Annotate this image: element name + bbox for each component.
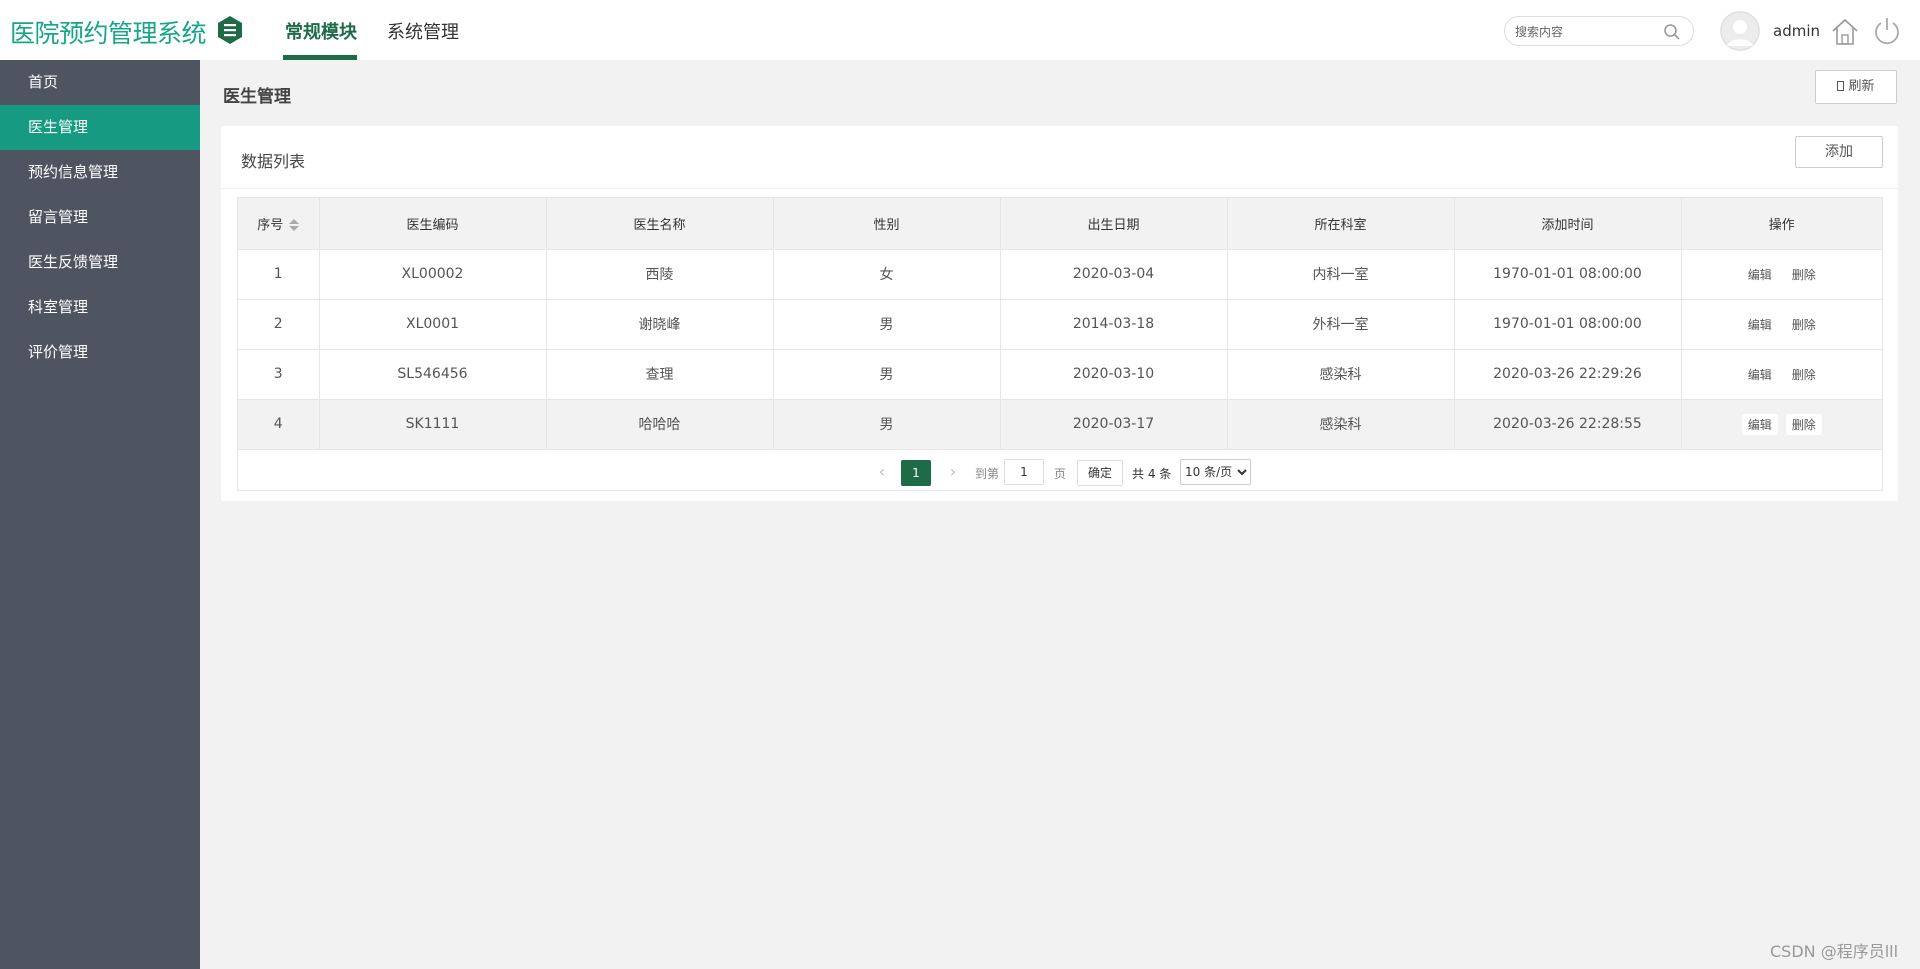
cell-code: SK1111: [319, 399, 547, 450]
watermark: CSDN @程序员lll: [1770, 942, 1899, 961]
home-icon[interactable]: [1830, 17, 1860, 47]
panel-title: 数据列表: [241, 152, 306, 171]
user-avatar-icon: [1720, 11, 1760, 51]
cell-actions: 编辑 删除: [1681, 399, 1882, 450]
column-header-code: 医生编码: [319, 198, 547, 250]
sidebar: 首页 医生管理 预约信息管理 留言管理 医生反馈管理 科室管理 评价管理: [0, 60, 200, 969]
cell-dept: 外科一室: [1227, 299, 1455, 350]
table-row: 1 XL00002 西陵 女 2020-03-04 内科一室 1970-01-0…: [238, 249, 1882, 300]
delete-button[interactable]: 删除: [1786, 364, 1822, 385]
column-header-name: 医生名称: [546, 198, 774, 250]
sidebar-item-doctor-management[interactable]: 医生管理: [0, 105, 200, 150]
edit-button[interactable]: 编辑: [1742, 364, 1778, 385]
cell-gender: 男: [773, 399, 1001, 450]
refresh-icon: [1837, 81, 1845, 91]
pagination: ‹ 1 › 到第 页 确定 共 4 条 10 条/页: [238, 452, 1882, 492]
panel-divider: [221, 188, 1898, 189]
cell-name: 西陵: [546, 249, 774, 300]
column-label: 序号: [257, 217, 284, 233]
table-header-row: 序号 医生编码 医生名称 性别 出生日期 所在科室 添加时间 操作: [238, 198, 1882, 250]
current-page-button[interactable]: 1: [901, 460, 931, 486]
table-row: 2 XL0001 谢晓峰 男 2014-03-18 外科一室 1970-01-0…: [238, 299, 1882, 350]
table-row-hovered: 4 SK1111 哈哈哈 男 2020-03-17 感染科 2020-03-26…: [238, 399, 1882, 450]
sidebar-item-feedback-management[interactable]: 医生反馈管理: [0, 240, 200, 285]
cell-no: 4: [238, 399, 320, 450]
sidebar-item-department-management[interactable]: 科室管理: [0, 285, 200, 330]
sidebar-item-review-management[interactable]: 评价管理: [0, 330, 200, 375]
cell-birth: 2014-03-18: [1000, 299, 1228, 350]
goto-confirm-button[interactable]: 确定: [1077, 460, 1123, 486]
column-header-birth: 出生日期: [1000, 198, 1228, 250]
column-header-gender: 性别: [773, 198, 1001, 250]
table-row: 3 SL546456 查理 男 2020-03-10 感染科 2020-03-2…: [238, 349, 1882, 400]
cell-actions: 编辑 删除: [1681, 299, 1882, 350]
search-box: [1504, 16, 1694, 46]
column-header-added: 添加时间: [1454, 198, 1682, 250]
cell-name: 谢晓峰: [546, 299, 774, 350]
add-button[interactable]: 添加: [1795, 136, 1883, 168]
sort-icon[interactable]: [289, 218, 300, 232]
cell-added: 2020-03-26 22:28:55: [1454, 399, 1682, 450]
goto-page-input[interactable]: [1004, 459, 1044, 485]
edit-button[interactable]: 编辑: [1741, 413, 1778, 435]
prev-page-icon[interactable]: ‹: [875, 463, 889, 481]
cell-dept: 感染科: [1227, 349, 1455, 400]
app-title: 医院预约管理系统: [10, 19, 207, 48]
search-input[interactable]: [1515, 23, 1655, 41]
delete-button[interactable]: 删除: [1786, 314, 1822, 335]
cell-added: 1970-01-01 08:00:00: [1454, 299, 1682, 350]
next-page-icon[interactable]: ›: [946, 463, 960, 481]
cell-name: 哈哈哈: [546, 399, 774, 450]
page-size-select[interactable]: 10 条/页: [1180, 459, 1251, 485]
refresh-button[interactable]: 刷新: [1815, 70, 1897, 104]
cell-added: 2020-03-26 22:29:26: [1454, 349, 1682, 400]
cell-no: 1: [238, 249, 320, 300]
cell-gender: 男: [773, 349, 1001, 400]
column-header-no[interactable]: 序号: [238, 198, 320, 250]
sidebar-item-appointment-management[interactable]: 预约信息管理: [0, 150, 200, 195]
tab-system-management[interactable]: 系统管理: [387, 18, 459, 44]
column-header-actions: 操作: [1681, 198, 1882, 250]
sidebar-item-message-management[interactable]: 留言管理: [0, 195, 200, 240]
doctor-table: 序号 医生编码 医生名称 性别 出生日期 所在科室 添加时间 操作 1 XL00…: [237, 197, 1883, 491]
delete-button[interactable]: 删除: [1786, 264, 1822, 285]
data-panel: 数据列表 添加 序号 医生编码 医生名称 性别 出生日期 所在科室 添加时间 操…: [221, 126, 1898, 501]
active-tab-indicator: [283, 55, 357, 60]
search-icon[interactable]: [1663, 23, 1681, 41]
power-icon[interactable]: [1871, 15, 1903, 47]
page-title: 医生管理: [223, 87, 291, 107]
delete-button[interactable]: 删除: [1785, 413, 1822, 435]
avatar[interactable]: [1720, 11, 1760, 51]
cell-code: XL0001: [319, 299, 547, 350]
cell-added: 1970-01-01 08:00:00: [1454, 249, 1682, 300]
cell-gender: 男: [773, 299, 1001, 350]
top-header: 医院预约管理系统 常规模块 系统管理 admin: [0, 0, 1920, 60]
username[interactable]: admin: [1773, 22, 1820, 40]
cell-birth: 2020-03-17: [1000, 399, 1228, 450]
total-count: 共 4 条: [1132, 467, 1172, 481]
page-unit-label: 页: [1054, 467, 1067, 481]
cell-code: SL546456: [319, 349, 547, 400]
edit-button[interactable]: 编辑: [1742, 314, 1778, 335]
edit-button[interactable]: 编辑: [1742, 264, 1778, 285]
cell-code: XL00002: [319, 249, 547, 300]
cell-actions: 编辑 删除: [1681, 249, 1882, 300]
cell-birth: 2020-03-04: [1000, 249, 1228, 300]
cell-dept: 感染科: [1227, 399, 1455, 450]
cell-birth: 2020-03-10: [1000, 349, 1228, 400]
tab-regular-module[interactable]: 常规模块: [285, 18, 357, 44]
cell-name: 查理: [546, 349, 774, 400]
refresh-label: 刷新: [1848, 79, 1875, 94]
sidebar-item-home[interactable]: 首页: [0, 60, 200, 105]
cell-no: 2: [238, 299, 320, 350]
column-header-dept: 所在科室: [1227, 198, 1455, 250]
cell-dept: 内科一室: [1227, 249, 1455, 300]
cell-actions: 编辑 删除: [1681, 349, 1882, 400]
menu-toggle-icon[interactable]: [215, 15, 245, 45]
cell-gender: 女: [773, 249, 1001, 300]
cell-no: 3: [238, 349, 320, 400]
goto-label: 到第: [975, 467, 1000, 481]
